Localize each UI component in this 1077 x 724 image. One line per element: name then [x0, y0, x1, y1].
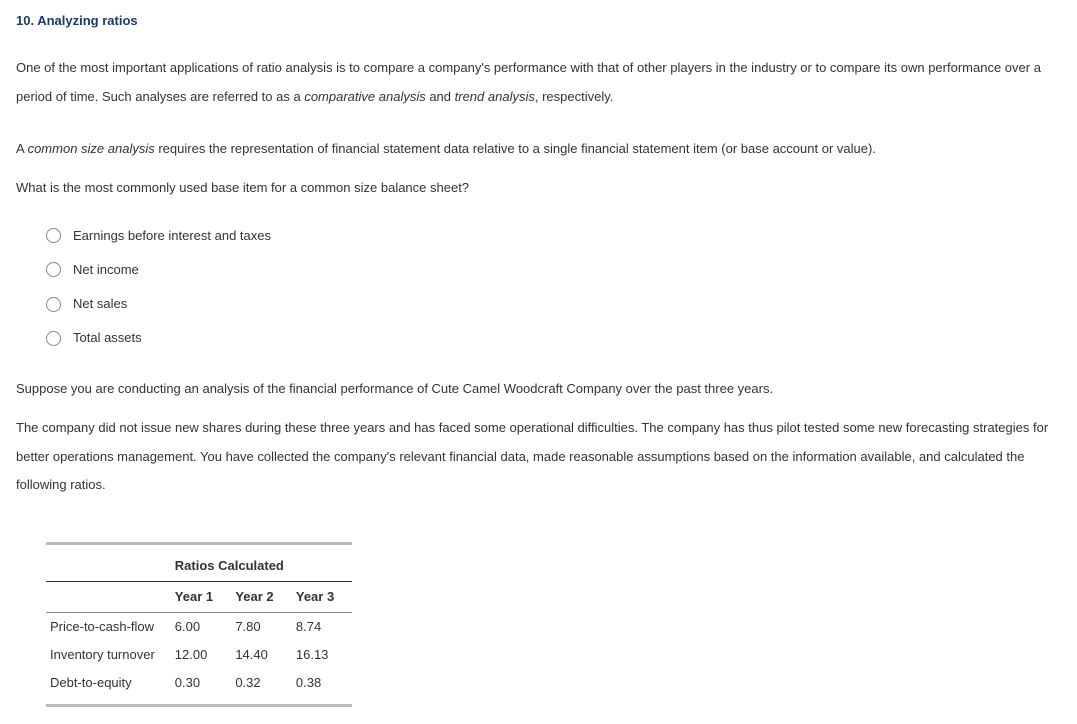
- table-blank-header: [46, 553, 171, 582]
- p1-text-b: and: [426, 89, 455, 104]
- table-rowheader-blank: [46, 581, 171, 612]
- row-label: Inventory turnover: [46, 641, 171, 669]
- table-bottom-rule: [46, 704, 352, 707]
- cell: 16.13: [292, 641, 353, 669]
- cell: 0.30: [171, 669, 232, 697]
- p2-italic-1: common size analysis: [28, 141, 155, 156]
- cell: 7.80: [231, 613, 292, 642]
- scenario-paragraph-2: The company did not issue new shares dur…: [16, 414, 1061, 500]
- radio-icon: [46, 228, 61, 243]
- table-row: Inventory turnover 12.00 14.40 16.13: [46, 641, 352, 669]
- ratios-table-container: Ratios Calculated Year 1 Year 2 Year 3 P…: [46, 542, 352, 707]
- cell: 12.00: [171, 641, 232, 669]
- ratios-table: Ratios Calculated Year 1 Year 2 Year 3 P…: [46, 553, 352, 698]
- question-text: What is the most commonly used base item…: [16, 174, 1061, 203]
- p2-text-b: requires the representation of financial…: [155, 141, 876, 156]
- cell: 6.00: [171, 613, 232, 642]
- p1-text-c: , respectively.: [535, 89, 614, 104]
- radio-icon: [46, 297, 61, 312]
- option-net-income[interactable]: Net income: [46, 261, 1061, 279]
- row-label: Price-to-cash-flow: [46, 613, 171, 642]
- option-total-assets[interactable]: Total assets: [46, 329, 1061, 347]
- table-row: Price-to-cash-flow 6.00 7.80 8.74: [46, 613, 352, 642]
- intro-paragraph-1: One of the most important applications o…: [16, 54, 1061, 111]
- col-year-3: Year 3: [292, 581, 353, 612]
- radio-icon: [46, 262, 61, 277]
- option-net-sales[interactable]: Net sales: [46, 295, 1061, 313]
- col-year-1: Year 1: [171, 581, 232, 612]
- p1-italic-2: trend analysis: [455, 89, 535, 104]
- p1-italic-1: comparative analysis: [304, 89, 425, 104]
- cell: 0.32: [231, 669, 292, 697]
- option-label: Net income: [73, 261, 139, 279]
- options-group: Earnings before interest and taxes Net i…: [46, 227, 1061, 348]
- col-year-2: Year 2: [231, 581, 292, 612]
- option-label: Total assets: [73, 329, 142, 347]
- option-ebit[interactable]: Earnings before interest and taxes: [46, 227, 1061, 245]
- cell: 0.38: [292, 669, 353, 697]
- intro-paragraph-2: A common size analysis requires the repr…: [16, 135, 1061, 202]
- question-heading: 10. Analyzing ratios: [16, 12, 1061, 30]
- table-row: Debt-to-equity 0.30 0.32 0.38: [46, 669, 352, 697]
- table-top-rule: [46, 542, 352, 545]
- radio-icon: [46, 331, 61, 346]
- table-title: Ratios Calculated: [171, 553, 353, 582]
- p2-text-a: A: [16, 141, 28, 156]
- cell: 8.74: [292, 613, 353, 642]
- option-label: Net sales: [73, 295, 127, 313]
- cell: 14.40: [231, 641, 292, 669]
- option-label: Earnings before interest and taxes: [73, 227, 271, 245]
- scenario-paragraph-1: Suppose you are conducting an analysis o…: [16, 375, 1061, 404]
- row-label: Debt-to-equity: [46, 669, 171, 697]
